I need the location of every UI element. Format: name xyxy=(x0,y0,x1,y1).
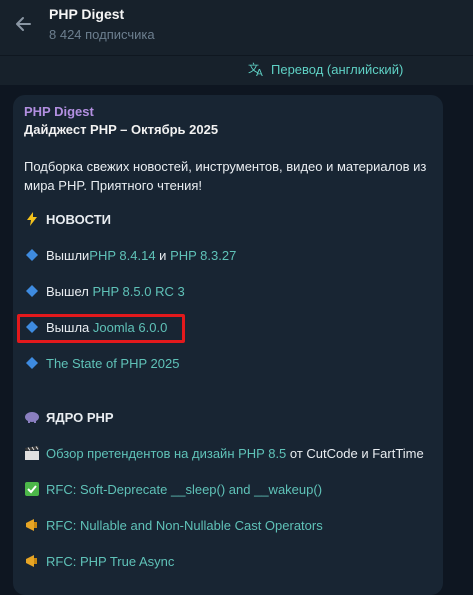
blue-diamond-icon xyxy=(24,283,40,299)
back-arrow-icon[interactable] xyxy=(12,13,34,35)
news-link-php-8-3-27[interactable]: PHP 8.3.27 xyxy=(170,248,236,263)
digest-intro: Подборка свежих новостей, инструментов, … xyxy=(24,159,427,193)
subscriber-count: 8 424 подписчика xyxy=(49,27,155,42)
core-section-label: ЯДРО PHP xyxy=(46,409,114,425)
core-link-php85-design[interactable]: Обзор претендентов на дизайн PHP 8.5 xyxy=(46,446,286,461)
news-link-php-8-5-rc3[interactable]: PHP 8.5.0 RC 3 xyxy=(92,284,184,299)
news-item-prefix: Вышли xyxy=(46,247,90,263)
news-item-mid: и xyxy=(155,247,171,263)
svg-text:A: A xyxy=(256,68,263,77)
news-section-heading: НОВОСТИ xyxy=(24,211,111,227)
news-link-state-of-php[interactable]: The State of PHP 2025 xyxy=(46,356,179,371)
digest-title: Дайджест PHP – Октябрь 2025 xyxy=(24,122,219,137)
translate-button[interactable]: 文 A Перевод (английский) xyxy=(248,61,403,77)
translate-icon: 文 A xyxy=(248,61,263,77)
megaphone-icon xyxy=(24,517,40,533)
translate-bar: 文 A Перевод (английский) xyxy=(0,55,473,85)
check-icon xyxy=(24,481,40,497)
news-item: Вышел PHP 8.5.0 RC 3 xyxy=(24,283,185,299)
core-section-heading: ЯДРО PHP xyxy=(24,409,114,425)
core-item-suffix: от CutCode и FartTime xyxy=(286,445,424,461)
elephant-icon xyxy=(24,409,40,425)
message-channel-name[interactable]: PHP Digest xyxy=(24,104,94,119)
news-section-label: НОВОСТИ xyxy=(46,211,112,227)
channel-title[interactable]: PHP Digest xyxy=(49,6,124,22)
blue-diamond-icon xyxy=(24,247,40,263)
megaphone-icon xyxy=(24,553,40,569)
news-item-prefix: Вышел xyxy=(46,283,93,299)
lightning-icon xyxy=(24,211,40,227)
news-item: Вышли PHP 8.4.14 и PHP 8.3.27 xyxy=(24,247,236,263)
core-item: RFC: Nullable and Non-Nullable Cast Oper… xyxy=(24,517,323,533)
core-item: Обзор претендентов на дизайн PHP 8.5 от … xyxy=(24,445,424,461)
blue-diamond-icon xyxy=(24,355,40,371)
clapper-icon xyxy=(24,445,40,461)
core-link-true-async[interactable]: RFC: PHP True Async xyxy=(46,554,174,569)
core-item: RFC: Soft-Deprecate __sleep() and __wake… xyxy=(24,481,322,497)
highlight-box xyxy=(17,314,185,343)
core-link-nullable-cast[interactable]: RFC: Nullable and Non-Nullable Cast Oper… xyxy=(46,518,323,533)
news-item: The State of PHP 2025 xyxy=(24,355,179,371)
news-link-php-8-4-14[interactable]: PHP 8.4.14 xyxy=(89,248,155,263)
core-link-soft-deprecate[interactable]: RFC: Soft-Deprecate __sleep() and __wake… xyxy=(46,482,322,497)
translate-label: Перевод (английский) xyxy=(271,61,404,77)
core-item: RFC: PHP True Async xyxy=(24,553,174,569)
chat-header: PHP Digest 8 424 подписчика xyxy=(0,0,473,55)
